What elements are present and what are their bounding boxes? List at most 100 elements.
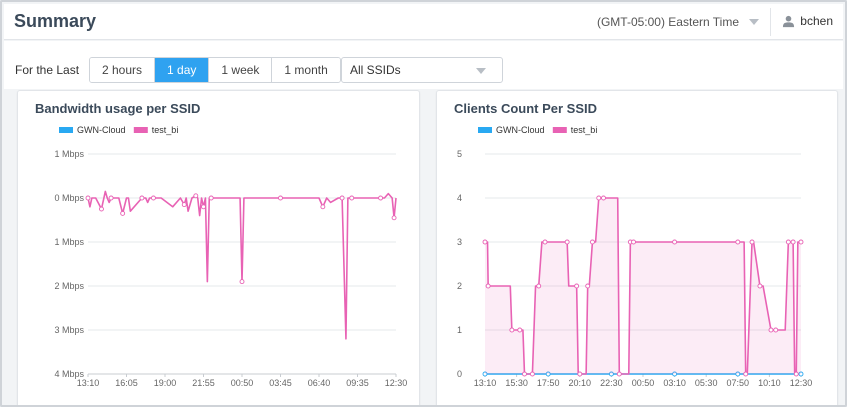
time-range-selector: 2 hours 1 day 1 week 1 month [89,57,341,83]
x-tick-label: 16:05 [115,378,138,388]
dashboard-frame: Summary (GMT-05:00) Eastern Time bchen F… [0,0,847,407]
data-point [798,239,804,245]
ssid-select-value: All SSIDs [350,63,401,77]
x-tick-label: 06:40 [308,378,331,388]
summary-header: Summary (GMT-05:00) Eastern Time bchen [4,4,843,40]
legend-label-1: test_bi [152,125,179,135]
data-point [743,371,749,377]
data-point [749,239,755,245]
clients-chart-title: Clients Count Per SSID [454,101,598,116]
range-option-2-hours[interactable]: 2 hours [90,58,156,82]
header-divider [770,8,771,36]
data-point [320,204,326,210]
data-point [757,283,763,289]
data-point [768,327,774,333]
x-tick-label: 13:10 [77,378,100,388]
user-menu[interactable]: bchen [782,14,833,28]
y-tick-label: 1 [457,325,462,335]
x-tick-label: 03:45 [269,378,292,388]
data-point [150,195,156,201]
legend-swatch-0 [59,127,73,133]
legend-label-0: GWN-Cloud [77,125,126,135]
data-point [601,195,606,201]
clients-chart: GWN-Cloud test_bi 0 1 2 3 4 5 13:10 15:30 17:50 20:… [457,125,813,388]
data-point [278,195,283,201]
filter-bar: For the Last 2 hours 1 day 1 week 1 mont… [4,41,843,89]
x-tick-label: 00:50 [231,378,254,388]
x-tick-label: 12:30 [385,378,408,388]
x-tick-label: 13:10 [474,378,497,388]
ssid-select[interactable]: All SSIDs [341,57,503,83]
bandwidth-panel: GWN-Cloud test_bi 1 Mbps 0 Mbps 1 Mbps 2 Mbps… [17,90,420,405]
legend-swatch-0 [478,127,492,133]
y-tick-label: 2 Mbps [54,281,84,291]
y-tick-label: 2 [457,281,462,291]
x-tick-label: 07:50 [727,378,750,388]
clients-panel: GWN-Cloud test_bi 0 1 2 3 4 5 13:10 15:30 17:50 20:… [436,90,838,405]
time-range-label: For the Last [15,63,80,77]
data-point [522,371,527,377]
range-option-1-day[interactable]: 1 day [155,58,210,82]
x-tick-label: 09:35 [346,378,369,388]
data-point [99,206,104,212]
data-point [193,193,199,199]
data-point [239,279,245,285]
data-point [735,239,741,245]
legend-swatch-1 [552,127,567,133]
range-option-1-week[interactable]: 1 week [209,58,273,82]
data-point [517,327,523,333]
data-point [536,283,542,289]
y-tick-label: 1 Mbps [54,149,84,159]
user-icon [783,15,795,27]
y-tick-label: 3 Mbps [54,325,84,335]
data-point [485,283,491,289]
username: bchen [800,14,833,28]
bandwidth-chart-title: Bandwidth usage per SSID [35,101,201,116]
y-tick-label: 5 [457,149,462,159]
x-tick-label: 22:30 [600,378,623,388]
data-point [577,371,583,377]
data-point [589,239,595,245]
data-point [509,327,515,333]
data-point [181,202,187,208]
data-point [529,371,535,377]
chevron-down-icon [476,68,486,74]
data-point [785,239,791,245]
x-tick-label: 17:50 [537,378,560,388]
x-tick-label: 12:30 [790,378,813,388]
data-point [482,239,488,245]
x-tick-label: 21:55 [192,378,215,388]
legend-swatch-1 [133,127,148,133]
series-line-test_bi [87,190,397,340]
data-point [542,239,548,245]
x-tick-label: 19:00 [154,378,177,388]
x-tick-label: 10:10 [758,378,781,388]
data-point [564,239,570,245]
x-tick-label: 03:10 [663,378,686,388]
data-point [349,195,355,201]
legend-label-1: test_bi [571,125,598,135]
range-option-1-month[interactable]: 1 month [272,58,340,82]
data-point [378,195,384,201]
data-point [339,195,345,201]
y-tick-label: 0 Mbps [54,193,84,203]
y-tick-label: 4 [457,193,462,203]
page-title: Summary [14,11,97,31]
data-point [139,195,145,201]
data-point [793,371,799,377]
x-tick-label: 15:30 [505,378,528,388]
x-tick-label: 05:30 [695,378,718,388]
y-tick-label: 0 [457,369,462,379]
x-tick-label: 00:50 [632,378,655,388]
data-point [773,327,779,333]
y-tick-label: 1 Mbps [54,237,84,247]
timezone-dropdown[interactable]: (GMT-05:00) Eastern Time [597,15,759,29]
data-point [108,195,114,201]
data-point [85,195,91,201]
data-point [120,210,126,216]
x-tick-label: 20:10 [569,378,592,388]
data-point [574,283,580,289]
chevron-down-icon [749,19,759,25]
data-point [391,215,397,221]
data-point [208,195,214,201]
